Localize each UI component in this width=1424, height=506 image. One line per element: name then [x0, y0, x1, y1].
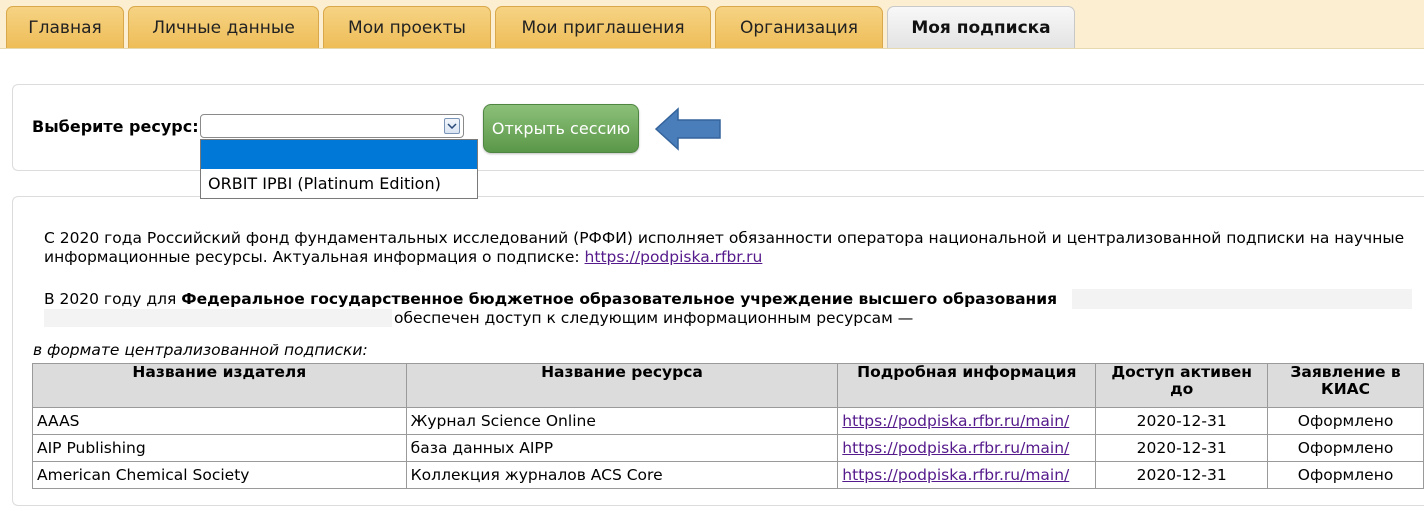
- tab-organization[interactable]: Организация: [715, 6, 883, 48]
- column-header-details: Подробная информация: [837, 363, 1097, 408]
- tab-my-subscription[interactable]: Моя подписка: [887, 6, 1075, 48]
- kias-status-cell: Оформлено: [1267, 434, 1424, 462]
- redacted-block: [44, 309, 392, 327]
- details-link[interactable]: https://podpiska.rfbr.ru/main/: [842, 466, 1069, 484]
- publisher-cell: American Chemical Society: [32, 461, 407, 489]
- tab-home[interactable]: Главная: [6, 6, 124, 48]
- access-until-cell: 2020-12-31: [1095, 407, 1269, 435]
- publisher-cell: AAAS: [32, 407, 407, 435]
- pointer-arrow-icon: [654, 107, 721, 151]
- publisher-cell: AIP Publishing: [32, 434, 407, 462]
- dropdown-option-empty[interactable]: [201, 140, 477, 169]
- resource-cell: Журнал Science Online: [405, 407, 839, 435]
- details-link[interactable]: https://podpiska.rfbr.ru/main/: [842, 439, 1069, 457]
- access-prefix: В 2020 году для: [44, 290, 182, 308]
- organization-name: Федеральное государственное бюджетное об…: [181, 290, 1058, 308]
- tab-bar: Главная Личные данные Мои проекты Мои пр…: [0, 0, 1424, 49]
- subscription-info-text: С 2020 года Российский фонд фундаменталь…: [44, 229, 1414, 267]
- table-row: AIP Publishing база данных AIPP https://…: [32, 434, 1424, 462]
- table-row: American Chemical Society Коллекция журн…: [32, 461, 1424, 489]
- chevron-down-icon[interactable]: [444, 118, 460, 134]
- tab-personal-data[interactable]: Личные данные: [128, 6, 319, 48]
- kias-status-cell: Оформлено: [1267, 407, 1424, 435]
- resource-dropdown-list: ORBIT IPBI (Platinum Edition): [200, 139, 478, 199]
- resource-cell: Коллекция журналов ACS Core: [405, 461, 839, 489]
- format-label: в формате централизованной подписки:: [33, 341, 368, 359]
- redacted-block: [1072, 289, 1412, 309]
- podpiska-link[interactable]: https://podpiska.rfbr.ru: [585, 248, 763, 266]
- dropdown-option-orbit[interactable]: ORBIT IPBI (Platinum Edition): [201, 169, 477, 198]
- table-row: AAAS Журнал Science Online https://podpi…: [32, 407, 1424, 435]
- details-cell: https://podpiska.rfbr.ru/main/: [837, 461, 1097, 489]
- column-header-resource: Название ресурса: [405, 363, 839, 408]
- resource-label: Выберите ресурс:: [32, 117, 199, 136]
- column-header-access-until: Доступ активен до: [1095, 363, 1269, 408]
- details-cell: https://podpiska.rfbr.ru/main/: [837, 407, 1097, 435]
- details-link[interactable]: https://podpiska.rfbr.ru/main/: [842, 412, 1069, 430]
- column-header-kias: Заявление в КИАС: [1267, 363, 1424, 408]
- tab-my-invitations[interactable]: Мои приглашения: [495, 6, 711, 48]
- resource-select[interactable]: [200, 114, 464, 138]
- tab-my-projects[interactable]: Мои проекты: [323, 6, 491, 48]
- open-session-button[interactable]: Открыть сессию: [483, 104, 639, 153]
- details-cell: https://podpiska.rfbr.ru/main/: [837, 434, 1097, 462]
- access-suffix: обеспечен доступ к следующим информацион…: [394, 309, 914, 327]
- access-until-cell: 2020-12-31: [1095, 461, 1269, 489]
- resource-cell: база данных AIPP: [405, 434, 839, 462]
- column-header-publisher: Название издателя: [32, 363, 407, 408]
- access-until-cell: 2020-12-31: [1095, 434, 1269, 462]
- kias-status-cell: Оформлено: [1267, 461, 1424, 489]
- resources-table: Название издателя Название ресурса Подро…: [32, 363, 1424, 489]
